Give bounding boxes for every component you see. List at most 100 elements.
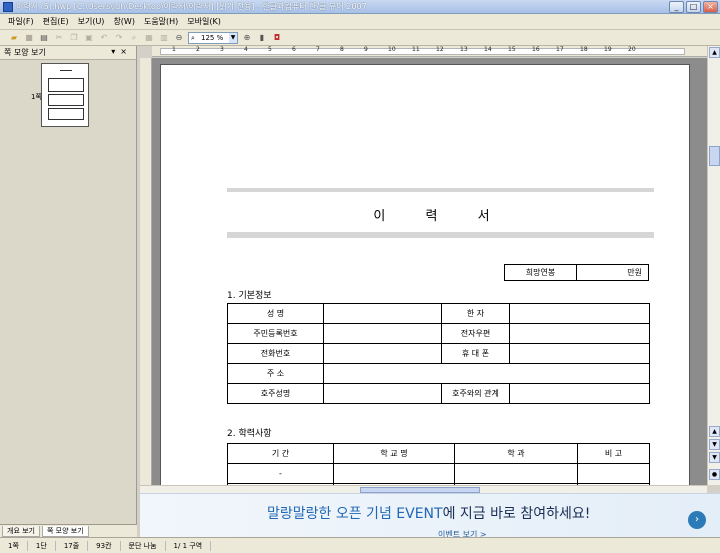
ruler-number: 7 (316, 46, 320, 53)
table-cell: - (227, 463, 334, 484)
page-width-icon[interactable]: ▥ (158, 32, 170, 44)
table-cell (509, 323, 650, 344)
table-cell: 전자우편 (441, 323, 510, 344)
status-break: 문단 나눔 (121, 540, 166, 551)
open-folder-icon[interactable]: ▰ (8, 32, 20, 44)
hwp-app-icon (3, 1, 13, 12)
window-title: 이력서 (5).hwp [C:\Users\jdh\Desktop\이력서\이력… (16, 2, 367, 11)
horizontal-ruler: 1 2 3 4 5 6 7 8 9 10 11 12 13 14 15 16 1… (152, 46, 707, 57)
print-icon[interactable]: ▤ (38, 32, 50, 44)
desired-salary-box: 희망연봉 만원 (504, 264, 649, 281)
undo-icon[interactable]: ↶ (98, 32, 110, 44)
table-cell: 주민등록번호 (227, 323, 324, 344)
panel-tabs: 개요 보기 쪽 모양 보기 (0, 524, 137, 537)
menu-edit[interactable]: 편집(E) (43, 16, 69, 27)
salary-unit: 만원 (627, 268, 642, 277)
ruler-number: 14 (484, 46, 492, 53)
event-banner[interactable]: 말랑말랑한 오픈 기념 EVENT에 지금 바로 참여하세요! 이벤트 보기 >… (140, 493, 720, 539)
thumb-table-2 (48, 94, 84, 106)
education-table: 기 간 학 교 명 학 과 비 고 - (227, 443, 650, 485)
status-bar: 1쪽 1단 17줄 93칸 문단 나눔 1/ 1 구역 (0, 537, 720, 553)
table-cell (323, 343, 442, 364)
column-header: 비 고 (577, 443, 650, 464)
close-button[interactable]: × (703, 1, 718, 13)
status-line: 17줄 (56, 540, 89, 551)
table-cell: 휴 대 폰 (441, 343, 510, 364)
tab-outline-view[interactable]: 개요 보기 (2, 525, 40, 537)
status-char: 93칸 (88, 540, 121, 551)
menu-window[interactable]: 창(W) (113, 16, 135, 27)
ruler-number: 1 (172, 46, 176, 53)
page-preview-panel: 쪽 모양 보기 ▾× 1쪽 개요 보기 쪽 모양 보기 (0, 46, 137, 537)
table-row: 호주성명 호주와의 관계 (227, 383, 650, 404)
next-page-icon[interactable]: ▼ (709, 452, 720, 463)
table-cell (323, 383, 442, 404)
page-layout-icon[interactable]: ▦ (143, 32, 155, 44)
ruler-number: 3 (220, 46, 224, 53)
table-row: - (227, 463, 650, 484)
ruler-number: 5 (268, 46, 272, 53)
thumb-table-1 (48, 78, 84, 92)
ruler-number: 4 (244, 46, 248, 53)
column-header: 학 과 (454, 443, 578, 464)
maximize-button[interactable]: □ (686, 1, 701, 13)
table-cell (323, 323, 442, 344)
ruler-number: 2 (196, 46, 200, 53)
panel-controls[interactable]: ▾× (111, 47, 132, 56)
copy-icon[interactable]: ❐ (68, 32, 80, 44)
ruler-number: 19 (604, 46, 612, 53)
prev-page-icon[interactable]: ▲ (709, 426, 720, 437)
table-row: 주민등록번호 전자우편 (227, 323, 650, 344)
menu-help[interactable]: 도움말(H) (144, 16, 178, 27)
mobile-send-icon[interactable]: ◘ (271, 32, 283, 44)
vertical-scrollbar[interactable]: ▲ ▲ ▼ ▼ ● (707, 46, 720, 485)
status-page: 1쪽 (0, 540, 28, 551)
browse-object-icon[interactable]: ● (709, 469, 720, 480)
table-row: 주 소 (227, 363, 650, 384)
db-icon[interactable]: ▮ (256, 32, 268, 44)
scroll-down-icon[interactable]: ▼ (709, 439, 720, 450)
status-column: 1단 (28, 540, 56, 551)
menu-view[interactable]: 보기(U) (78, 16, 105, 27)
tab-page-view[interactable]: 쪽 모양 보기 (42, 525, 89, 537)
horizontal-scrollbar[interactable] (140, 485, 707, 493)
toolbar: ▰ ■ ▤ ✂ ❐ ▣ ↶ ↷ ⌕ ▦ ▥ ⊖ ⌕ 125 % ▼ ⊕ ▮ ◘ (0, 30, 720, 46)
table-cell (509, 383, 650, 404)
ruler-number: 17 (556, 46, 564, 53)
scroll-up-icon[interactable]: ▲ (709, 47, 720, 58)
chevron-down-icon[interactable]: ▼ (229, 32, 237, 43)
section-basic-info-title: 1. 기본정보 (227, 291, 272, 301)
column-header: 학 교 명 (333, 443, 455, 464)
table-cell: 한 자 (441, 303, 510, 324)
zoom-select[interactable]: ⌕ 125 % ▼ (188, 31, 238, 44)
page-thumbnail[interactable] (41, 63, 89, 127)
window-controls: _ □ × (669, 1, 718, 13)
find-icon[interactable]: ⌕ (128, 32, 140, 44)
title-bar: 이력서 (5).hwp [C:\Users\jdh\Desktop\이력서\이력… (0, 0, 720, 14)
chevron-right-icon[interactable]: › (688, 511, 706, 529)
banner-headline: 말랑말랑한 오픈 기념 EVENT에 지금 바로 참여하세요! (267, 503, 590, 523)
magnifier-icon: ⌕ (191, 33, 195, 42)
ruler-number: 10 (388, 46, 396, 53)
cut-icon[interactable]: ✂ (53, 32, 65, 44)
ruler-number: 13 (460, 46, 468, 53)
document-viewport[interactable]: 이 력 서 희망연봉 만원 1. 기본정보 성 명 한 자 주민등록번호 전자우… (152, 58, 707, 485)
zoom-in-icon[interactable]: ⊕ (241, 32, 253, 44)
vertical-scroll-thumb[interactable] (709, 146, 720, 166)
minimize-button[interactable]: _ (669, 1, 684, 13)
zoom-out-icon[interactable]: ⊖ (173, 32, 185, 44)
redo-icon[interactable]: ↷ (113, 32, 125, 44)
paste-icon[interactable]: ▣ (83, 32, 95, 44)
panel-header: 쪽 모양 보기 ▾× (0, 46, 136, 60)
document-title: 이 력 서 (373, 209, 508, 224)
status-section: 1/ 1 구역 (166, 540, 212, 551)
table-cell: 호주성명 (227, 383, 324, 404)
menu-file[interactable]: 파일(F) (8, 16, 34, 27)
banner-headline-call: 에 지금 바로 참여하세요! (442, 506, 591, 522)
table-row: 성 명 한 자 (227, 303, 650, 324)
table-header-row: 기 간 학 교 명 학 과 비 고 (227, 443, 650, 464)
zoom-value: 125 % (201, 33, 224, 42)
menu-mobile[interactable]: 모바일(K) (187, 16, 221, 27)
save-icon[interactable]: ■ (23, 32, 35, 44)
title-top-rule (227, 188, 654, 192)
